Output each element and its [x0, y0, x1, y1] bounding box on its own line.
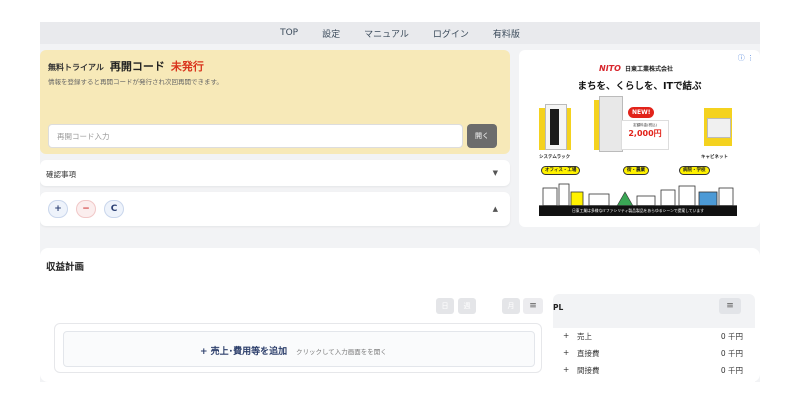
- ad-footer-text: 日東工業は多様なITファシリティ製品製品をあらゆるシーンで提案しています: [539, 206, 737, 216]
- revenue-plan-title: 収益計画: [46, 262, 85, 273]
- add-entry-button[interactable]: + 売上･費用等を追加 クリックして入力画面をを開く: [63, 331, 535, 367]
- cabinet-image: [707, 118, 731, 138]
- nav-settings[interactable]: 設定: [322, 27, 340, 40]
- pl-row-label: 売上: [577, 332, 592, 341]
- pl-row-label: 間接費: [577, 366, 600, 375]
- pl-row-value: 0 千円: [720, 332, 743, 341]
- period-week-button[interactable]: 週: [458, 298, 476, 314]
- trial-label: 無料トライアル: [48, 63, 104, 72]
- server-cabinet-image: [599, 96, 623, 152]
- price-value: 2,000円: [628, 129, 662, 138]
- pl-row-sales[interactable]: + 売上 0 千円: [563, 331, 743, 345]
- pl-menu-icon[interactable]: ≡: [719, 298, 741, 314]
- pl-row-label: 直接費: [577, 349, 600, 358]
- add-button[interactable]: +: [48, 200, 68, 218]
- advertisement-banner[interactable]: ⓘ ⋮ NITO 日東工業株式会社 まちを、くらしを、ITで結ぶ NEW! 定額…: [519, 50, 760, 227]
- pl-row-indirect-cost[interactable]: + 間接費 0 千円: [563, 365, 743, 379]
- city-illustration: [539, 183, 737, 206]
- nav-paid-version[interactable]: 有料版: [493, 27, 520, 40]
- ad-brand: NITO 日東工業株式会社: [599, 64, 673, 73]
- tag-office-factory: オフィス・工場: [541, 166, 581, 175]
- rack-door: [550, 109, 559, 145]
- ad-company-name: 日東工業株式会社: [624, 66, 673, 73]
- plan-menu-icon[interactable]: ≡: [523, 298, 543, 314]
- revenue-plan-section: 収益計画 日 週 月 ≡ + 売上･費用等を追加 クリックして入力画面をを開く …: [40, 248, 760, 382]
- resume-code-status: 未発行: [170, 60, 204, 73]
- pl-row-value: 0 千円: [720, 366, 743, 375]
- ad-product-visual: NEW! 定額料金(税込) 2,000円 システムラック キャビネット オフィス…: [539, 96, 737, 216]
- open-button[interactable]: 開く: [467, 124, 497, 148]
- tools-accordion: + − C ▲: [40, 192, 510, 226]
- pl-panel: PL ≡ + 売上 0 千円 + 直接費 0 千円 + 間接費 0 千円: [553, 294, 755, 382]
- pl-row-direct-cost[interactable]: + 直接費 0 千円: [563, 348, 743, 362]
- period-day-button[interactable]: 日: [436, 298, 454, 314]
- ad-tagline: まちを、くらしを、ITで結ぶ: [577, 81, 702, 92]
- expand-plus-icon: +: [563, 348, 570, 357]
- nav-top[interactable]: TOP: [280, 28, 298, 38]
- resume-code-input[interactable]: [48, 124, 463, 148]
- chevron-down-icon: ▼: [492, 169, 498, 177]
- nito-logo: NITO: [599, 64, 621, 73]
- chevron-up-icon[interactable]: ▲: [493, 205, 498, 213]
- trial-resume-code-panel: 無料トライアル 再開コード 未発行 情報を登録すると再開コードが発行され次回再開…: [40, 50, 510, 154]
- tag-town-agriculture: 街・農業: [623, 166, 649, 175]
- tag-hospital-school: 病院・学校: [679, 166, 710, 175]
- new-badge: NEW!: [627, 106, 656, 119]
- expand-plus-icon: +: [563, 365, 570, 374]
- ad-info-icon[interactable]: ⓘ ⋮: [738, 53, 754, 63]
- top-navigation: TOP 設定 マニュアル ログイン 有料版: [40, 22, 760, 44]
- pl-row-value: 0 千円: [720, 349, 743, 358]
- product-label-cabinet: キャビネット: [701, 155, 728, 160]
- confirmation-accordion[interactable]: 確認事項 ▼: [40, 160, 510, 186]
- add-entry-hint: クリックして入力画面をを開く: [296, 348, 387, 356]
- app-page: TOP 設定 マニュアル ログイン 有料版 無料トライアル 再開コード 未発行 …: [40, 22, 760, 382]
- clear-button[interactable]: C: [104, 200, 124, 218]
- nav-login[interactable]: ログイン: [433, 27, 469, 40]
- pl-list: + 売上 0 千円 + 直接費 0 千円 + 間接費 0 千円: [553, 328, 755, 382]
- expand-plus-icon: +: [563, 331, 570, 340]
- add-entry-card: + 売上･費用等を追加 クリックして入力画面をを開く: [54, 323, 542, 373]
- confirmation-label: 確認事項: [46, 170, 76, 179]
- add-entry-label: + 売上･費用等を追加: [200, 347, 288, 357]
- price-card: 定額料金(税込) 2,000円: [621, 120, 669, 150]
- trial-description: 情報を登録すると再開コードが発行され次回再開できます。: [48, 78, 223, 86]
- product-label-system-rack: システムラック: [539, 155, 571, 160]
- remove-button[interactable]: −: [76, 200, 96, 218]
- resume-code-heading: 再開コード: [109, 60, 165, 73]
- pl-label: PL: [553, 303, 564, 312]
- trial-title: 無料トライアル 再開コード 未発行: [48, 58, 204, 74]
- nav-manual[interactable]: マニュアル: [364, 27, 409, 40]
- period-month-button[interactable]: 月: [502, 298, 520, 314]
- server-rack-image: [545, 104, 567, 150]
